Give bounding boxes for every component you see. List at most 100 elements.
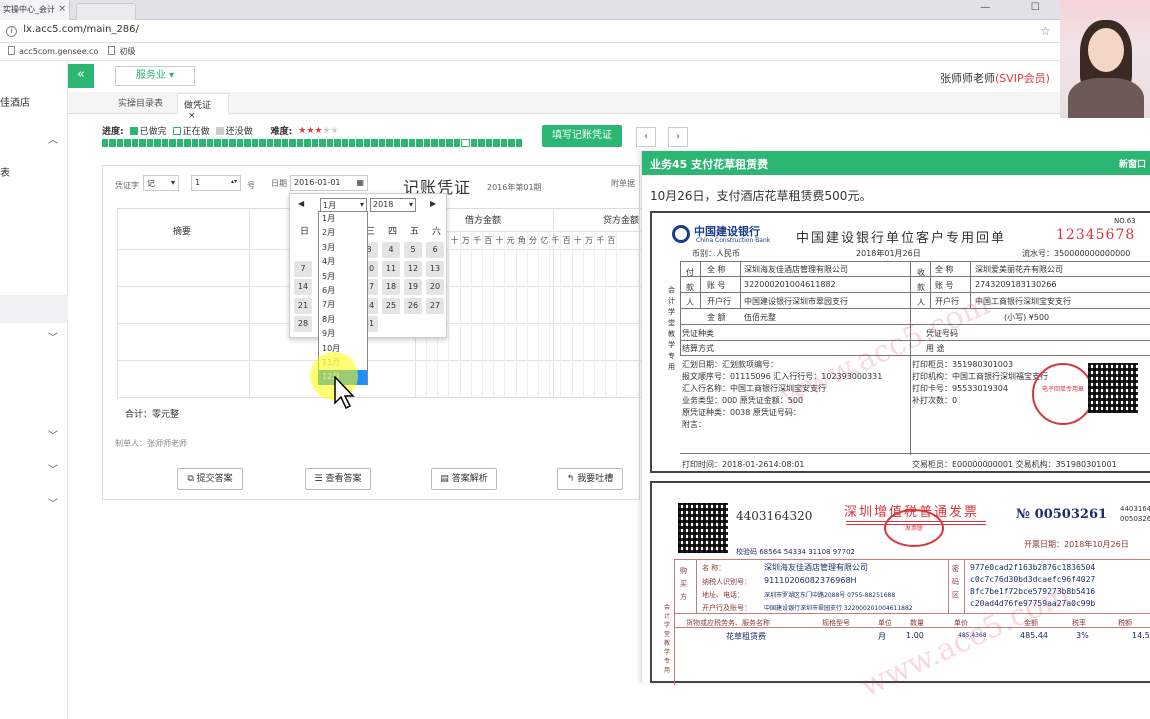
digit-header: 千 (551, 236, 560, 245)
receipt-detail-line: 附言： (682, 420, 706, 429)
month-option[interactable]: 3月 (319, 241, 367, 255)
day-cell[interactable]: 20 (426, 279, 444, 295)
url-text: lx.acc5.com/main_286/ (23, 24, 139, 35)
progress-segment (191, 139, 199, 147)
day-cell[interactable]: 4 (382, 242, 400, 258)
tab-practice-list[interactable]: 实操目录表 (118, 96, 163, 109)
month-option[interactable]: 6月 (319, 284, 367, 298)
day-cell[interactable]: 21 (294, 297, 312, 314)
info-icon[interactable]: i (6, 26, 17, 37)
doc-icon (8, 46, 15, 55)
digit-column-line (560, 231, 562, 397)
progress-segment (401, 139, 408, 147)
progress-segment (102, 139, 109, 147)
database-icon: ☰ (314, 474, 323, 484)
receipt-title: 中国建设银行单位客户专用回单 (796, 231, 1007, 246)
password-line: c0c7c76d30bd3dcaefc96f4027 (970, 575, 1096, 584)
view-answer-button[interactable]: ☰ 查看答案 (305, 468, 371, 490)
day-cell[interactable]: 28 (294, 316, 312, 332)
digit-header: 十 (573, 236, 582, 245)
bookmark-item[interactable]: 初级 (108, 46, 135, 57)
chevron-up-icon[interactable]: ︿ (48, 131, 58, 146)
day-cell[interactable]: 18 (382, 279, 400, 295)
month-option[interactable]: 1月 (319, 212, 367, 226)
day-cell[interactable]: 5 (404, 242, 422, 258)
day-cell[interactable]: 27 (426, 297, 444, 314)
sidebar-item-table[interactable]: 表 (0, 164, 10, 179)
digit-column-line (504, 231, 506, 397)
month-option[interactable]: 8月 (319, 313, 367, 327)
collapse-sidebar-button[interactable]: « (68, 64, 94, 88)
chevron-down-icon[interactable]: ﹀ (48, 461, 58, 476)
bookmark-item[interactable]: acc5com.gensee.co (8, 46, 98, 57)
chevron-down-icon[interactable]: ﹀ (48, 427, 58, 442)
answer-analysis-button[interactable]: ▤ 答案解析 (431, 468, 497, 490)
prev-button[interactable]: ‹ (636, 127, 656, 147)
browser-tab[interactable]: 实操中心_会计 × (0, 0, 70, 20)
close-tab-icon[interactable]: × (58, 4, 66, 14)
progress-segment (161, 139, 169, 147)
digit-header: 十 (495, 236, 504, 245)
next-month-icon[interactable]: ▶ (430, 199, 436, 208)
month-option[interactable]: 7月 (319, 298, 367, 312)
bookmarks-bar: acc5com.gensee.co 初级 (0, 43, 1060, 61)
prev-month-icon[interactable]: ◀ (298, 199, 304, 208)
fill-voucher-button[interactable]: 填写记账凭证 (542, 125, 622, 147)
progress-segment (485, 139, 493, 147)
progress-segment (334, 139, 341, 147)
complain-button[interactable]: ↰ 我要吐槽 (557, 468, 623, 490)
digit-header: 分 (529, 236, 537, 245)
sidebar-item-hotel[interactable]: 佳酒店 (0, 94, 30, 109)
date-picker: ◀ 1月▾ 2018▾ ▶ 日一二三四五六 345671011121314171… (289, 193, 447, 338)
month-select[interactable]: 1月 ▾ (320, 198, 367, 212)
voucher-number-input[interactable]: 1 ▴▾ (191, 175, 241, 191)
presenter-body (1068, 78, 1144, 118)
maximize-icon[interactable]: ☐ (1031, 2, 1040, 18)
receipt-stamp: 电子回单专用章 (1032, 363, 1094, 425)
chevron-down-icon[interactable]: ﹀ (48, 495, 58, 510)
progress-segment (266, 139, 274, 147)
day-cell[interactable]: 19 (404, 279, 422, 295)
tab-voucher[interactable]: 做凭证 × (177, 93, 229, 121)
mouse-cursor-icon (334, 376, 355, 410)
new-tab[interactable] (76, 3, 136, 20)
progress-segment (393, 139, 401, 147)
progress-segment (515, 139, 523, 147)
digit-column-line (448, 231, 450, 397)
minimize-icon[interactable]: — (980, 2, 990, 18)
qr-code-icon (1088, 363, 1138, 413)
day-cell[interactable]: 14 (294, 279, 312, 295)
date-input[interactable]: 2016-01-01 ▦ (290, 175, 368, 191)
table-hline (674, 613, 1150, 614)
voucher-word-select[interactable]: 记 ▾ (143, 175, 179, 191)
day-cell[interactable]: 25 (382, 297, 400, 314)
folder-icon: ▤ (440, 474, 449, 484)
bank-receipt: 中国建设银行 China Construction Bank 中国建设银行单位客… (650, 211, 1150, 473)
bookmark-star-icon[interactable]: ☆ (1040, 24, 1051, 38)
dept-dropdown[interactable]: 服务业 ▾ (115, 66, 195, 86)
close-icon[interactable]: × (188, 111, 196, 121)
progress-segment (470, 139, 478, 147)
day-cell[interactable]: 13 (426, 260, 444, 277)
next-button[interactable]: › (668, 127, 688, 147)
day-cell[interactable]: 26 (404, 297, 422, 314)
password-line: 977e0cad2f163b2876c1836504 (970, 563, 1096, 572)
sidebar-active-item[interactable] (0, 295, 68, 323)
month-option[interactable]: 2月 (319, 226, 367, 240)
progress-segment (199, 139, 206, 147)
address-bar[interactable]: i lx.acc5.com/main_286/ (0, 20, 1060, 43)
chevron-down-icon[interactable]: ﹀ (48, 329, 58, 344)
month-option[interactable]: 9月 (319, 327, 367, 341)
day-cell[interactable]: 6 (426, 242, 444, 258)
day-cell[interactable]: 11 (382, 260, 400, 277)
month-option[interactable]: 5月 (319, 270, 367, 284)
new-window-link[interactable]: 新窗口 (1119, 157, 1146, 170)
presenter-face (1088, 28, 1124, 72)
year-select[interactable]: 2018 ▾ (370, 198, 416, 212)
progress-segment (206, 139, 214, 147)
day-cell[interactable]: 7 (294, 260, 312, 277)
day-cell[interactable]: 12 (404, 260, 422, 277)
submit-answer-button[interactable]: ⧉ 提交答案 (177, 468, 243, 490)
col-credit: 贷方金额 (603, 216, 640, 226)
month-option[interactable]: 4月 (319, 255, 367, 269)
